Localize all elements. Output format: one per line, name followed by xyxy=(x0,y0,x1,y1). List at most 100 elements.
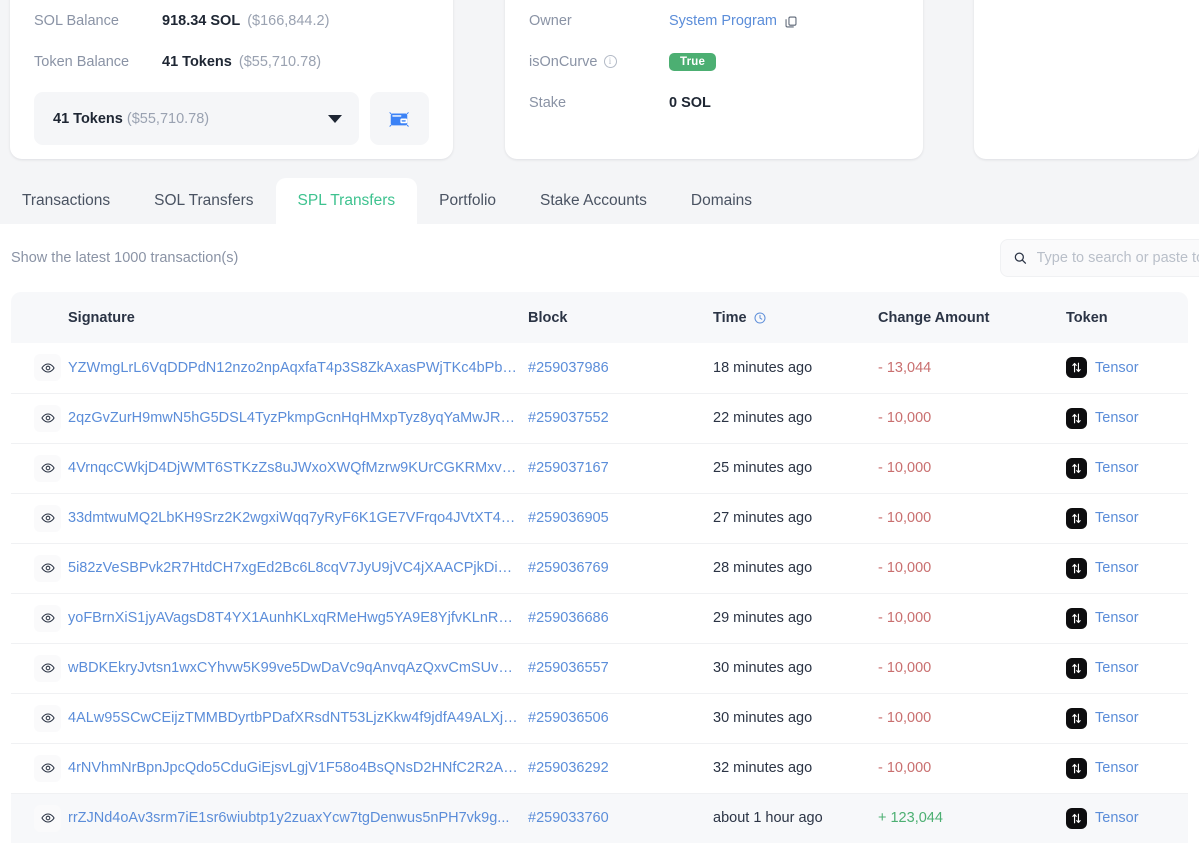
signature-cell: 4rNVhmNrBpnJpcQdo5CduGiEjsvLgjV1F58o4BsQ… xyxy=(68,743,528,793)
signature-link[interactable]: 33dmtwuMQ2LbKH9Srz2K2wgxiWqq7yRyF6K1GE7V… xyxy=(68,510,518,526)
eye-icon[interactable] xyxy=(34,555,61,582)
token-link[interactable]: Tensor xyxy=(1095,660,1139,676)
change-amount-value: - 10,000 xyxy=(878,460,931,476)
block-link[interactable]: #259036686 xyxy=(528,610,609,626)
table-row[interactable]: YZWmgLrL6VqDDPdN12nzo2npAqxfaT4p3S8ZkAxa… xyxy=(11,343,1188,393)
token-dropdown-value: 41 Tokens ($55,710.78) xyxy=(53,111,209,127)
preview-cell xyxy=(11,743,68,793)
token-link[interactable]: Tensor xyxy=(1095,760,1139,776)
signature-cell: 5i82zVeSBPvk2R7HtdCH7xgEd2Bc6L8cqV7JyU9j… xyxy=(68,543,528,593)
table-row[interactable]: 5i82zVeSBPvk2R7HtdCH7xgEd2Bc6L8cqV7JyU9j… xyxy=(11,543,1188,593)
block-link[interactable]: #259036769 xyxy=(528,560,609,576)
token-search-box[interactable] xyxy=(1000,239,1199,277)
preview-cell xyxy=(11,593,68,643)
table-row[interactable]: 33dmtwuMQ2LbKH9Srz2K2wgxiWqq7yRyF6K1GE7V… xyxy=(11,493,1188,543)
eye-icon[interactable] xyxy=(34,405,61,432)
eye-icon[interactable] xyxy=(34,505,61,532)
table-row[interactable]: 2qzGvZurH9mwN5hG5DSL4TyzPkmpGcnHqHMxpTyz… xyxy=(11,393,1188,443)
block-link[interactable]: #259036292 xyxy=(528,760,609,776)
signature-link[interactable]: yoFBrnXiS1jyAVagsD8T4YX1AunhKLxqRMeHwg5Y… xyxy=(68,610,518,626)
eye-icon[interactable] xyxy=(34,605,61,632)
tab-sol-transfers[interactable]: SOL Transfers xyxy=(132,178,275,224)
block-link[interactable]: #259033760 xyxy=(528,810,609,826)
token-link[interactable]: Tensor xyxy=(1095,560,1139,576)
eye-icon[interactable] xyxy=(34,455,61,482)
eye-icon[interactable] xyxy=(34,755,61,782)
eye-icon[interactable] xyxy=(34,354,61,381)
spl-transfers-panel: Show the latest 1000 transaction(s) Sign… xyxy=(0,224,1199,844)
change-amount-value: - 10,000 xyxy=(878,410,931,426)
tab-domains[interactable]: Domains xyxy=(669,178,774,224)
isoncurve-value: True xyxy=(669,53,716,71)
block-link[interactable]: #259036506 xyxy=(528,710,609,726)
change-amount-cell: - 10,000 xyxy=(878,393,1066,443)
table-row[interactable]: rrZJNd4oAv3srm7iE1sr6wiubtp1y2zuaxYcw7tg… xyxy=(11,793,1188,843)
owner-value: System Program xyxy=(669,13,798,29)
copy-icon[interactable] xyxy=(784,15,798,29)
table-row[interactable]: 4rNVhmNrBpnJpcQdo5CduGiEjsvLgjV1F58o4BsQ… xyxy=(11,743,1188,793)
block-link[interactable]: #259036905 xyxy=(528,510,609,526)
preview-cell xyxy=(11,543,68,593)
signature-link[interactable]: 5i82zVeSBPvk2R7HtdCH7xgEd2Bc6L8cqV7JyU9j… xyxy=(68,560,518,576)
signature-link[interactable]: 4rNVhmNrBpnJpcQdo5CduGiEjsvLgjV1F58o4BsQ… xyxy=(68,760,518,776)
change-amount-cell: - 10,000 xyxy=(878,493,1066,543)
eye-icon[interactable] xyxy=(34,655,61,682)
table-row[interactable]: wBDKEkryJvtsn1wxCYhvw5K99ve5DwDaVc9qAnvq… xyxy=(11,643,1188,693)
signature-link[interactable]: rrZJNd4oAv3srm7iE1sr6wiubtp1y2zuaxYcw7tg… xyxy=(68,810,518,826)
tab-spl-transfers[interactable]: SPL Transfers xyxy=(276,178,418,224)
signature-link[interactable]: YZWmgLrL6VqDDPdN12nzo2npAqxfaT4p3S8ZkAxa… xyxy=(68,360,518,376)
eye-icon[interactable] xyxy=(34,805,61,832)
block-link[interactable]: #259037552 xyxy=(528,410,609,426)
isoncurve-label: isOnCurve i xyxy=(529,54,669,70)
signature-cell: rrZJNd4oAv3srm7iE1sr6wiubtp1y2zuaxYcw7tg… xyxy=(68,793,528,843)
tensor-logo-icon xyxy=(1066,357,1087,378)
clock-icon[interactable] xyxy=(753,311,767,325)
eye-icon[interactable] xyxy=(34,705,61,732)
transfers-table-container: Signature Block Time Change Amount Token xyxy=(11,292,1188,843)
search-input[interactable] xyxy=(1037,250,1199,266)
table-body: YZWmgLrL6VqDDPdN12nzo2npAqxfaT4p3S8ZkAxa… xyxy=(11,343,1188,843)
wallet-button[interactable] xyxy=(370,92,429,145)
block-link[interactable]: #259036557 xyxy=(528,660,609,676)
preview-cell xyxy=(11,643,68,693)
block-link[interactable]: #259037986 xyxy=(528,360,609,376)
time-cell: 27 minutes ago xyxy=(713,493,878,543)
tab-stake-accounts[interactable]: Stake Accounts xyxy=(518,178,669,224)
tab-portfolio[interactable]: Portfolio xyxy=(417,178,518,224)
token-link[interactable]: Tensor xyxy=(1095,460,1139,476)
token-link[interactable]: Tensor xyxy=(1095,410,1139,426)
token-dropdown[interactable]: 41 Tokens ($55,710.78) xyxy=(34,92,359,145)
signature-cell: 2qzGvZurH9mwN5hG5DSL4TyzPkmpGcnHqHMxpTyz… xyxy=(68,393,528,443)
chevron-down-icon[interactable] xyxy=(328,115,342,123)
change-amount-cell: - 10,000 xyxy=(878,693,1066,743)
table-row[interactable]: 4VrnqcCWkjD4DjWMT6STKzZs8uJWxoXWQfMzrw9K… xyxy=(11,443,1188,493)
signature-link[interactable]: wBDKEkryJvtsn1wxCYhvw5K99ve5DwDaVc9qAnvq… xyxy=(68,660,518,676)
token-cell: Tensor xyxy=(1066,793,1188,843)
token-link[interactable]: Tensor xyxy=(1095,360,1139,376)
owner-link[interactable]: System Program xyxy=(669,13,777,29)
tensor-logo-icon xyxy=(1066,508,1087,529)
block-link[interactable]: #259037167 xyxy=(528,460,609,476)
signature-link[interactable]: 2qzGvZurH9mwN5hG5DSL4TyzPkmpGcnHqHMxpTyz… xyxy=(68,410,518,426)
change-amount-value: - 10,000 xyxy=(878,760,931,776)
block-cell: #259036506 xyxy=(528,693,713,743)
signature-cell: 4ALw95SCwCEijzTMMBDyrtbPDafXRsdNT53LjzKk… xyxy=(68,693,528,743)
change-amount-value: - 10,000 xyxy=(878,710,931,726)
wallet-icon xyxy=(388,108,410,130)
tab-transactions[interactable]: Transactions xyxy=(0,178,132,224)
token-link[interactable]: Tensor xyxy=(1095,810,1139,826)
stake-amount: 0 SOL xyxy=(669,95,711,111)
column-header-time[interactable]: Time xyxy=(713,292,878,343)
token-balance-amount: 41 Tokens xyxy=(162,54,232,70)
signature-link[interactable]: 4ALw95SCwCEijzTMMBDyrtbPDafXRsdNT53LjzKk… xyxy=(68,710,518,726)
token-link[interactable]: Tensor xyxy=(1095,610,1139,626)
info-icon[interactable]: i xyxy=(604,55,617,68)
token-cell: Tensor xyxy=(1066,593,1188,643)
token-link[interactable]: Tensor xyxy=(1095,510,1139,526)
block-cell: #259037552 xyxy=(528,393,713,443)
signature-link[interactable]: 4VrnqcCWkjD4DjWMT6STKzZs8uJWxoXWQfMzrw9K… xyxy=(68,460,518,476)
table-row[interactable]: yoFBrnXiS1jyAVagsD8T4YX1AunhKLxqRMeHwg5Y… xyxy=(11,593,1188,643)
table-row[interactable]: 4ALw95SCwCEijzTMMBDyrtbPDafXRsdNT53LjzKk… xyxy=(11,693,1188,743)
token-link[interactable]: Tensor xyxy=(1095,710,1139,726)
change-amount-cell: - 13,044 xyxy=(878,343,1066,393)
